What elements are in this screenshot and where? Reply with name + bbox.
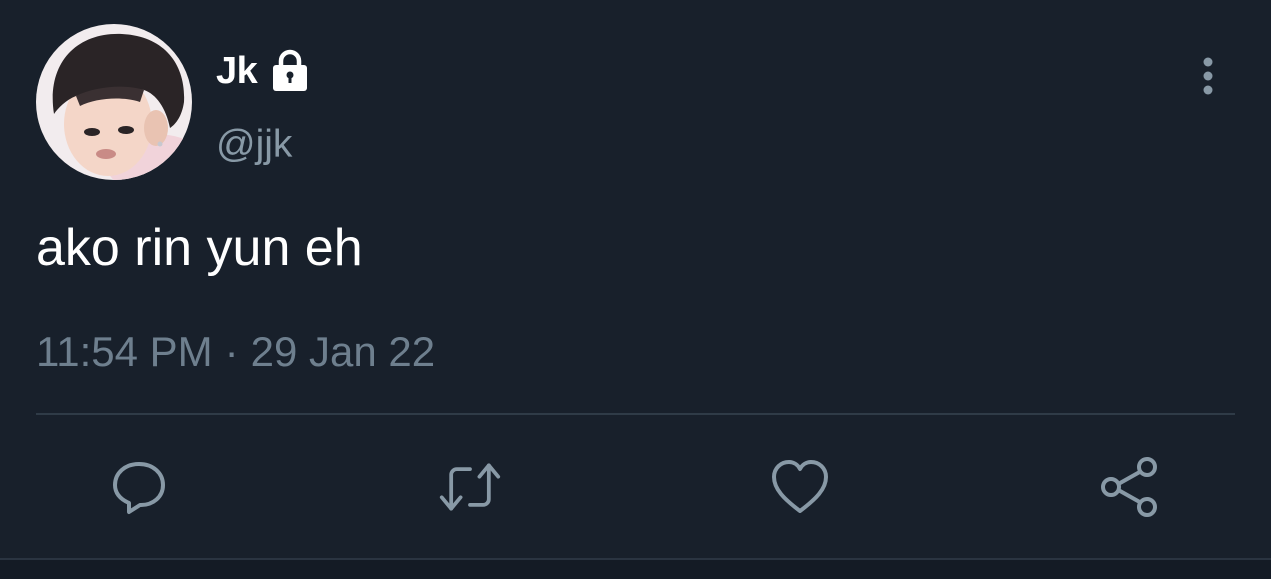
lock-icon <box>267 48 313 94</box>
author-handle[interactable]: @jjk <box>216 123 292 167</box>
share-button[interactable] <box>1098 455 1162 519</box>
author-display-name[interactable]: Jk <box>216 50 258 93</box>
share-icon <box>1101 457 1157 517</box>
heart-icon <box>772 460 828 513</box>
divider <box>36 413 1235 415</box>
tweet-detail: Jk @jjk ako rin yun eh 11:54 PM · 29 Jan… <box>0 0 1271 579</box>
like-button[interactable] <box>768 455 832 519</box>
retweet-button[interactable] <box>438 455 502 519</box>
reply-icon <box>113 462 165 514</box>
tweet-timestamp[interactable]: 11:54 PM · 29 Jan 22 <box>36 328 435 376</box>
tweet-time: 11:54 PM <box>36 328 213 375</box>
reply-button[interactable] <box>107 455 171 519</box>
more-vertical-icon[interactable] <box>1193 56 1223 96</box>
retweet-icon <box>439 463 501 511</box>
avatar[interactable] <box>36 24 192 180</box>
tweet-text: ako rin yun eh <box>36 219 363 277</box>
avatar-photo <box>36 24 192 180</box>
author-name-row: Jk <box>216 48 313 94</box>
tweet-date: 29 Jan 22 <box>250 328 436 375</box>
tweet-actions <box>0 455 1271 519</box>
timestamp-separator: · <box>224 328 239 375</box>
next-item-edge <box>0 560 1271 579</box>
